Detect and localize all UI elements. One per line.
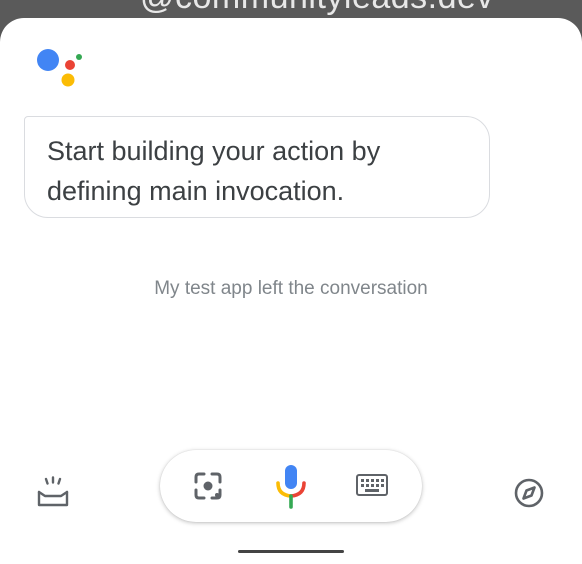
explore-button[interactable] (506, 470, 552, 516)
updates-button[interactable] (30, 470, 76, 516)
home-indicator[interactable] (238, 550, 344, 553)
google-lens-icon (194, 472, 222, 500)
keyboard-button[interactable] (350, 464, 394, 508)
microphone-button[interactable] (268, 460, 314, 514)
conversation-status-text: My test app left the conversation (154, 278, 428, 299)
input-pill (160, 450, 422, 522)
lens-button[interactable] (186, 464, 230, 508)
keyboard-icon (356, 474, 388, 496)
compass-explore-icon (514, 478, 544, 508)
google-assistant-logo-icon (37, 49, 82, 87)
microphone-icon (276, 465, 306, 509)
assistant-message-bubble: Start building your action by defining m… (24, 116, 490, 218)
assistant-sheet: Start building your action by defining m… (0, 18, 582, 564)
background-app-text: @communityleads.dev (140, 0, 494, 17)
updates-snapshot-icon (37, 476, 69, 507)
